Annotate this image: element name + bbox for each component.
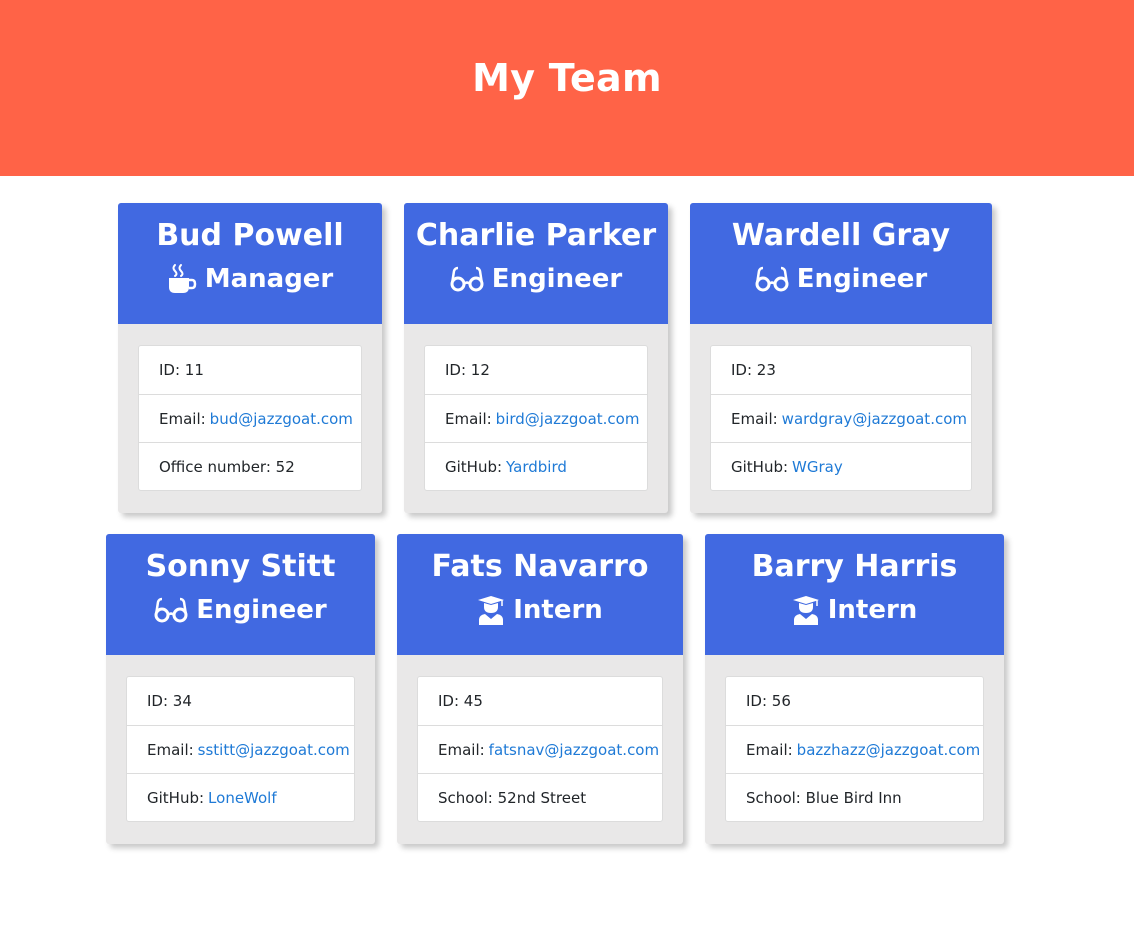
employee-role: Intern [705,593,1004,627]
email-link[interactable]: bud@jazzgoat.com [210,410,353,428]
employee-role: Engineer [404,262,668,296]
employee-role: Engineer [690,262,992,296]
card-body: ID: 45 Email: fatsnav@jazzgoat.com School… [397,655,683,822]
employee-card: Wardell Gray Engineer ID: 23 Email: wardg [690,203,992,513]
school-item: School: 52nd Street [418,773,662,821]
email-item: Email: wardgray@jazzgoat.com [711,394,971,442]
page-title: My Team [472,56,662,100]
github-label: GitHub: [731,457,789,476]
github-link[interactable]: Yardbird [506,458,567,476]
id-item: ID: 23 [711,346,971,394]
id-text: ID: 34 [147,692,192,710]
role-label: Engineer [196,595,327,625]
card-body: ID: 23 Email: wardgray@jazzgoat.com GitHu… [690,324,992,491]
email-item: Email: fatsnav@jazzgoat.com [418,725,662,773]
employee-name: Bud Powell [156,218,344,253]
school-text: School: Blue Bird Inn [746,788,902,807]
id-text: ID: 12 [445,361,490,379]
card-header: Sonny Stitt Engineer [106,534,375,655]
coffee-icon [167,263,197,295]
card-header: Bud Powell Manager [118,203,382,324]
github-link[interactable]: LoneWolf [208,789,277,807]
id-text: ID: 56 [746,692,791,710]
glasses-icon [154,596,188,624]
employee-name: Wardell Gray [731,218,951,253]
graduate-icon [477,595,505,625]
email-label: Email: [731,409,778,428]
github-label: GitHub: [445,457,503,476]
school-item: School: Blue Bird Inn [726,773,983,821]
role-label: Engineer [796,264,928,294]
email-item: Email: bud@jazzgoat.com [139,394,361,442]
employee-role: Manager [118,262,382,296]
email-link[interactable]: sstitt@jazzgoat.com [198,741,350,759]
email-label: Email: [445,409,492,428]
id-item: ID: 56 [726,677,983,725]
id-text: ID: 11 [159,361,204,379]
card-body: ID: 56 Email: bazzhazz@jazzgoat.com Schoo… [705,655,1004,822]
email-link[interactable]: bazzhazz@jazzgoat.com [797,741,981,759]
github-label: GitHub: [147,788,205,807]
email-label: Email: [746,740,793,759]
office-text: Office number: 52 [159,457,295,476]
id-item: ID: 45 [418,677,662,725]
id-item: ID: 12 [425,346,647,394]
employee-role: Intern [397,593,683,627]
employee-name: Sonny Stitt [145,549,336,584]
email-link[interactable]: fatsnav@jazzgoat.com [489,741,659,759]
email-link[interactable]: bird@jazzgoat.com [496,410,640,428]
employee-card: Barry Harris Intern ID: 56 Email: bazzhaz… [705,534,1004,844]
card-header: Wardell Gray Engineer [690,203,992,324]
github-item: GitHub: LoneWolf [127,773,354,821]
page-header: My Team [0,0,1134,176]
email-label: Email: [159,409,206,428]
card-body: ID: 12 Email: bird@jazzgoat.com GitHub: Ya… [404,324,668,491]
employee-name: Barry Harris [751,549,958,584]
graduate-icon [792,595,820,625]
id-item: ID: 11 [139,346,361,394]
github-link[interactable]: WGray [792,458,843,476]
glasses-icon [450,265,484,293]
email-item: Email: bazzhazz@jazzgoat.com [726,725,983,773]
email-item: Email: sstitt@jazzgoat.com [127,725,354,773]
github-item: GitHub: Yardbird [425,442,647,490]
card-header: Charlie Parker Engineer [404,203,668,324]
role-label: Engineer [491,264,623,294]
id-item: ID: 34 [127,677,354,725]
role-label: Manager [204,264,334,294]
employee-role: Engineer [106,593,375,627]
team-row-2: Sonny Stitt Engineer ID: 34 Email: sstitt [0,507,1134,844]
id-text: ID: 45 [438,692,483,710]
details-list: ID: 56 Email: bazzhazz@jazzgoat.com Schoo… [725,676,984,822]
glasses-icon [755,265,789,293]
details-list: ID: 23 Email: wardgray@jazzgoat.com GitHu… [710,345,972,491]
github-item: GitHub: WGray [711,442,971,490]
details-list: ID: 12 Email: bird@jazzgoat.com GitHub: Ya… [424,345,648,491]
employee-name: Charlie Parker [415,218,657,253]
school-text: School: 52nd Street [438,788,587,807]
email-label: Email: [147,740,194,759]
card-header: Fats Navarro Intern [397,534,683,655]
card-body: ID: 11 Email: bud@jazzgoat.com Office num… [118,324,382,491]
role-label: Intern [827,595,918,625]
office-item: Office number: 52 [139,442,361,490]
details-list: ID: 34 Email: sstitt@jazzgoat.com GitHub:… [126,676,355,822]
id-text: ID: 23 [731,361,776,379]
email-item: Email: bird@jazzgoat.com [425,394,647,442]
card-body: ID: 34 Email: sstitt@jazzgoat.com GitHub:… [106,655,375,822]
employee-card: Fats Navarro Intern ID: 45 Email: fatsnav… [397,534,683,844]
email-label: Email: [438,740,485,759]
employee-card: Sonny Stitt Engineer ID: 34 Email: sstitt [106,534,375,844]
details-list: ID: 11 Email: bud@jazzgoat.com Office num… [138,345,362,491]
employee-name: Fats Navarro [431,549,649,584]
employee-card: Charlie Parker Engineer ID: 12 Email: bir [404,203,668,513]
details-list: ID: 45 Email: fatsnav@jazzgoat.com School… [417,676,663,822]
employee-card: Bud Powell Manager ID: 11 Email: bud@jazz… [118,203,382,513]
card-header: Barry Harris Intern [705,534,1004,655]
role-label: Intern [513,595,603,625]
email-link[interactable]: wardgray@jazzgoat.com [782,410,967,428]
team-row-1: Bud Powell Manager ID: 11 Email: bud@jazz… [0,176,1134,513]
